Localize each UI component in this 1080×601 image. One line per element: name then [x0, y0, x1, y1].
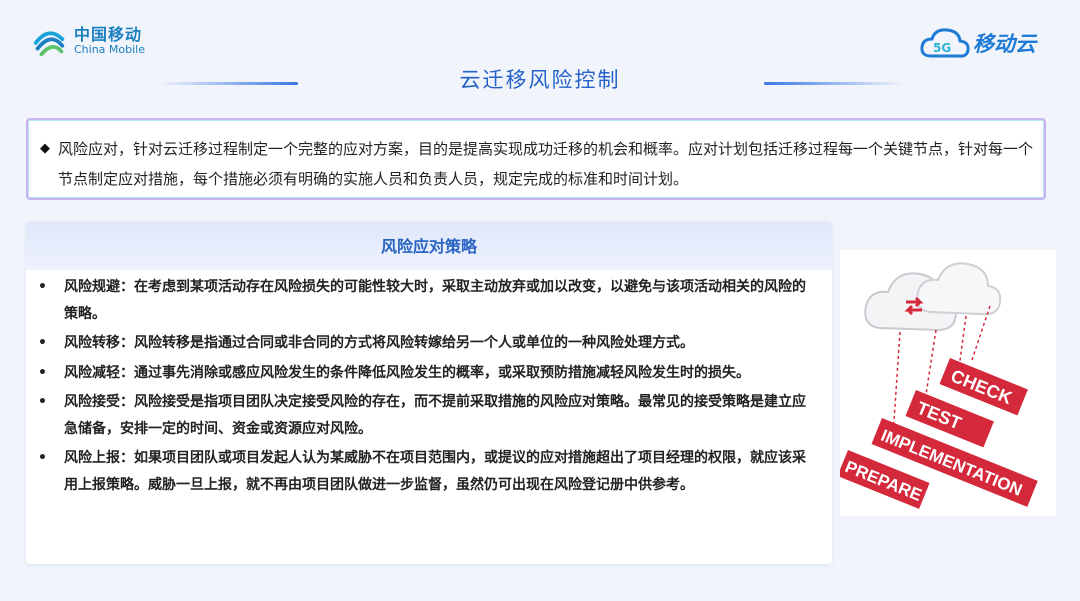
list-item: • 风险减轻：通过事先消除或感应风险发生的条件降低风险发生的概率，或采取预防措施减…	[26, 360, 832, 387]
logo-right-text: 移动云	[973, 32, 1036, 56]
title-decor-line-right	[764, 82, 904, 85]
intro-text: 风险应对，针对云迁移过程制定一个完整的应对方案，目的是提高实现成功迁移的机会和概…	[58, 140, 1034, 188]
strategy-list: • 风险规避：在考虑到某项活动存在风险损失的可能性较大时，采取主动放弃或加以改变，…	[26, 274, 832, 501]
logo-right-badge: 5G	[933, 41, 951, 55]
strategy-panel: 风险应对策略 • 风险规避：在考虑到某项活动存在风险损失的可能性较大时，采取主动放…	[26, 222, 832, 564]
cloud-5g-icon: 5G	[920, 28, 970, 58]
bullet-dot-icon: •	[38, 450, 47, 466]
panel-heading: 风险应对策略	[26, 222, 832, 270]
bullet-dot-icon: •	[38, 279, 47, 295]
list-item: • 风险接受：风险接受是指项目团队决定接受风险的存在，而不提前采取措施的风险应对策…	[26, 389, 832, 442]
list-item: • 风险转移：风险转移是指通过合同或非合同的方式将风险转嫁给另一个人或单位的一种风…	[26, 330, 832, 357]
list-item-text: 风险转移：风险转移是指通过合同或非合同的方式将风险转嫁给另一个人或单位的一种风险…	[64, 335, 694, 351]
list-item-text: 风险规避：在考虑到某项活动存在风险损失的可能性较大时，采取主动放弃或加以改变，以…	[64, 279, 806, 322]
mobile-cloud-logo: 5G 移动云	[919, 26, 1036, 60]
china-mobile-logo-icon	[33, 31, 65, 57]
list-item-text: 风险接受：风险接受是指项目团队决定接受风险的存在，而不提前采取措施的风险应对策略…	[64, 394, 806, 437]
cloud-migration-illustration: CHECK TEST IMPLEMENTATION PREPARE	[837, 262, 1038, 509]
list-item-text: 风险上报：如果项目团队或项目发起人认为某威胁不在项目范围内，或提议的应对措施超出…	[64, 450, 806, 493]
page-title: 云迁移风险控制	[459, 68, 621, 92]
list-item-text: 风险减轻：通过事先消除或感应风险发生的条件降低风险发生的概率，或采取预防措施减轻…	[64, 364, 750, 381]
china-mobile-logo: 中国移动 China Mobile	[30, 22, 145, 60]
list-item: • 风险规避：在考虑到某项活动存在风险损失的可能性较大时，采取主动放弃或加以改变，…	[26, 274, 832, 327]
list-item: • 风险上报：如果项目团队或项目发起人认为某威胁不在项目范围内，或提议的应对措施超…	[26, 445, 832, 498]
logo-left-cn: 中国移动	[74, 24, 143, 44]
process-illustration: CHECK TEST IMPLEMENTATION PREPARE	[837, 250, 1056, 516]
bullet-dot-icon: •	[38, 335, 47, 351]
cloud-icon	[864, 262, 1002, 332]
bullet-dot-icon: •	[38, 394, 47, 410]
bullet-dot-icon: •	[38, 364, 47, 381]
logo-left-en: China Mobile	[74, 42, 146, 56]
diamond-bullet-icon: ◆	[40, 141, 50, 156]
intro-box: ◆ 风险应对，针对云迁移过程制定一个完整的应对方案，目的是提高实现成功迁移的机会…	[26, 118, 1046, 200]
